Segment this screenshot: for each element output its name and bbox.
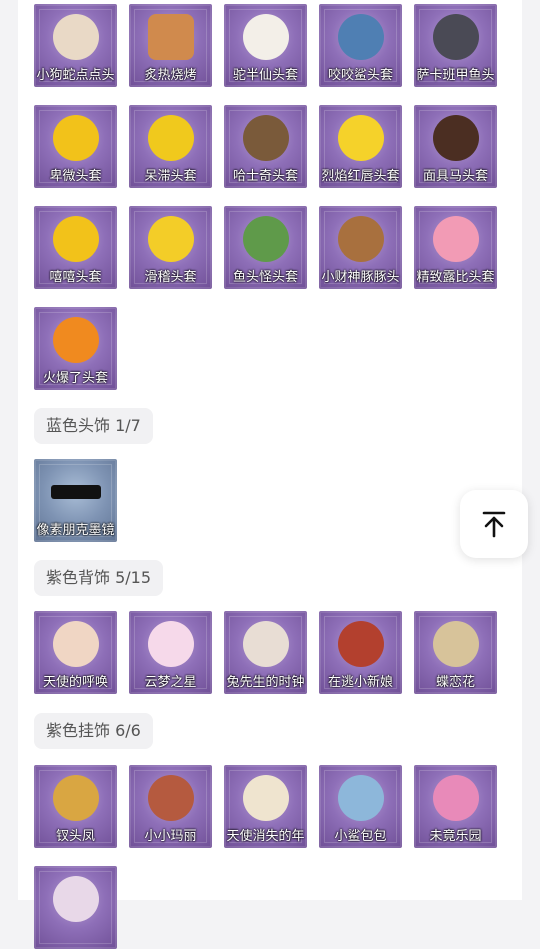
item-row: 天使的呼唤 云梦之星 兔先生的时钟 在逃小新娘 蝶恋花 [34,611,497,694]
item-art-icon [337,621,384,668]
item-row: 火爆了头套 [34,307,117,390]
item-tile[interactable]: 小小玛丽 [129,765,212,848]
item-name: 卑微头套 [49,169,102,184]
item-art-icon [337,775,384,822]
item-name: 云梦之星 [144,675,197,690]
item-art-icon [337,216,384,263]
item-tile[interactable]: 天使消失的年 [224,765,307,848]
item-row: 卑微头套 呆滞头套 哈士奇头套 烈焰红唇头套 面具马头套 [34,105,497,188]
item-tile[interactable]: 蝶恋花 [414,611,497,694]
item-art-icon [147,14,194,61]
collection-panel: 小狗蛇点点头 炙热烧烤 驼半仙头套 咬咬鲨头套 萨卡班甲鱼头 卑微头套 呆滞头套 [18,0,522,949]
item-tile[interactable]: 小财神豚豚头 [319,206,402,289]
item-tile[interactable]: 在逃小新娘 [319,611,402,694]
item-tile[interactable]: 鱼头怪头套 [224,206,307,289]
item-name: 呆滞头套 [144,169,197,184]
item-name: 天使消失的年 [226,829,305,844]
item-art-icon [432,115,479,162]
item-art-icon [52,317,99,364]
item-tile[interactable] [34,866,117,949]
item-art-icon [432,775,479,822]
item-art-icon [242,216,289,263]
item-tile[interactable]: 嘻嘻头套 [34,206,117,289]
item-tile[interactable]: 像素朋克墨镜 [34,459,117,542]
item-tile[interactable]: 萨卡班甲鱼头 [414,4,497,87]
item-name: 像素朋克墨镜 [36,523,115,538]
item-name: 烈焰红唇头套 [321,169,400,184]
item-tile[interactable]: 未竟乐园 [414,765,497,848]
item-name: 小狗蛇点点头 [36,68,115,83]
item-art-icon [52,621,99,668]
item-name: 小财神豚豚头 [321,270,400,285]
item-row: 小狗蛇点点头 炙热烧烤 驼半仙头套 咬咬鲨头套 萨卡班甲鱼头 [34,4,497,87]
item-name: 兔先生的时钟 [226,675,305,690]
sunglasses-icon [50,485,101,500]
item-name: 炙热烧烤 [144,68,197,83]
item-name: 在逃小新娘 [327,675,393,690]
item-art-icon [242,115,289,162]
item-name: 精致露比头套 [416,270,495,285]
arrow-up-to-top-icon [482,511,506,538]
item-name: 火爆了头套 [42,371,108,386]
item-row: 嘻嘻头套 滑稽头套 鱼头怪头套 小财神豚豚头 精致露比头套 [34,206,497,289]
item-tile[interactable]: 小鲨包包 [319,765,402,848]
item-art-icon [432,621,479,668]
item-name: 驼半仙头套 [232,68,298,83]
item-tile[interactable]: 天使的呼唤 [34,611,117,694]
item-tile[interactable]: 滑稽头套 [129,206,212,289]
item-row: 钗头凤 小小玛丽 天使消失的年 小鲨包包 未竟乐园 [34,765,497,848]
item-tile[interactable]: 钗头凤 [34,765,117,848]
item-name: 萨卡班甲鱼头 [416,68,495,83]
item-art-icon [242,14,289,61]
item-art-icon [242,775,289,822]
item-name: 咬咬鲨头套 [327,68,393,83]
item-tile[interactable]: 兔先生的时钟 [224,611,307,694]
item-tile[interactable]: 火爆了头套 [34,307,117,390]
item-art-icon [52,216,99,263]
item-tile[interactable]: 精致露比头套 [414,206,497,289]
item-art-icon [147,621,194,668]
scroll-to-top-button[interactable] [460,490,528,558]
item-art-icon [337,115,384,162]
item-row: 像素朋克墨镜 [34,459,117,542]
item-name: 小鲨包包 [334,829,387,844]
item-name: 蝶恋花 [435,675,475,690]
item-art-icon [52,14,99,61]
item-art-icon [52,115,99,162]
item-art-icon [52,876,99,923]
item-name: 天使的呼唤 [42,675,108,690]
item-art-icon [432,14,479,61]
item-row [34,866,117,949]
item-name: 嘻嘻头套 [49,270,102,285]
item-art-icon [52,775,99,822]
item-tile[interactable]: 面具马头套 [414,105,497,188]
item-tile[interactable]: 炙热烧烤 [129,4,212,87]
item-name: 滑稽头套 [144,270,197,285]
item-art-icon [147,115,194,162]
item-name: 小小玛丽 [144,829,197,844]
item-tile[interactable]: 卑微头套 [34,105,117,188]
item-name: 面具马头套 [422,169,488,184]
item-tile[interactable]: 咬咬鲨头套 [319,4,402,87]
item-name: 哈士奇头套 [232,169,298,184]
item-art-icon [337,14,384,61]
item-tile[interactable]: 呆滞头套 [129,105,212,188]
item-art-icon [432,216,479,263]
item-name: 未竟乐园 [429,829,482,844]
item-art-icon [147,216,194,263]
section-header-purple-back: 紫色背饰 5/15 [34,560,164,596]
item-tile[interactable]: 驼半仙头套 [224,4,307,87]
item-tile[interactable]: 云梦之星 [129,611,212,694]
item-tile[interactable]: 小狗蛇点点头 [34,4,117,87]
item-tile[interactable]: 烈焰红唇头套 [319,105,402,188]
item-name: 鱼头怪头套 [232,270,298,285]
section-header-blue-head: 蓝色头饰 1/7 [34,408,153,444]
item-art-icon [147,775,194,822]
item-name: 钗头凤 [55,829,95,844]
item-tile[interactable]: 哈士奇头套 [224,105,307,188]
section-header-purple-hang: 紫色挂饰 6/6 [34,713,153,749]
item-art-icon [242,621,289,668]
